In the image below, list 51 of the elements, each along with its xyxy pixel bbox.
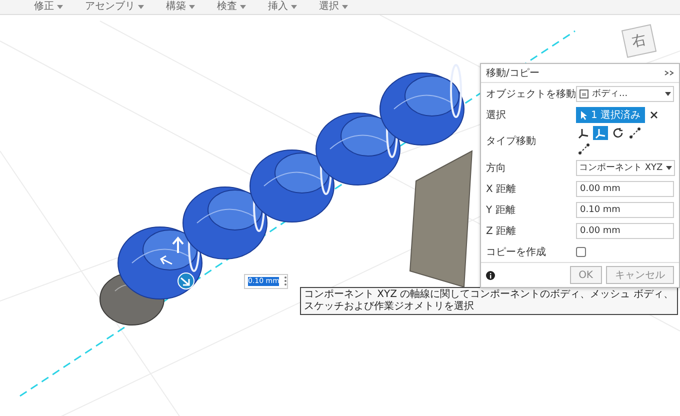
distance-input[interactable]: 0.00 mm (576, 180, 674, 196)
body-icon (579, 88, 589, 98)
close-icon[interactable] (650, 110, 658, 118)
field-label: コピーを作成 (486, 246, 547, 258)
distance-input[interactable]: 0.00 mm (576, 222, 674, 238)
dialog-button[interactable]: キャンセル (606, 266, 674, 284)
field-label: 選択 (486, 108, 507, 122)
menu-item[interactable]: 挿入 (268, 1, 297, 13)
more-icon[interactable] (284, 276, 287, 286)
move-arrow-icon[interactable] (160, 255, 173, 265)
cursor-icon (580, 110, 588, 120)
tooltip: コンポーネント XYZ の軸線に関してコンポーネントのボディ、メッシュ ボディ、スケッチおよび作業ジオメトリを選択 (300, 287, 678, 315)
move-type-option[interactable] (576, 126, 591, 140)
caret-icon (665, 92, 671, 96)
caret-icon (57, 5, 63, 9)
rotate-handle-icon[interactable] (178, 272, 194, 290)
expand-icon[interactable] (664, 70, 674, 76)
field-label: Y 距離 (486, 204, 516, 216)
distance-input[interactable]: 0.10 mm (576, 202, 674, 218)
direction-dropdown[interactable]: コンポーネント XYZ (576, 160, 675, 176)
menu-item[interactable]: 修正 (34, 1, 63, 13)
menu-item[interactable]: 選択 (319, 1, 348, 13)
point-to-point-icon (628, 127, 640, 139)
menu-item[interactable]: 検査 (217, 1, 246, 13)
field-label: タイプ移動 (486, 134, 537, 148)
caret-icon (291, 5, 297, 9)
axes-icon (594, 127, 606, 139)
axes-icon (578, 127, 590, 139)
menu-item[interactable]: アセンブリ (85, 1, 144, 13)
checkbox[interactable] (576, 246, 586, 256)
move-type-option[interactable] (627, 126, 642, 140)
dialog-button[interactable]: OK (570, 266, 602, 284)
view-cube[interactable]: 右 (621, 24, 657, 58)
field-label: オブジェクトを移動 (486, 88, 576, 100)
caret-icon (189, 5, 195, 9)
rotate-icon (612, 127, 624, 139)
caret-icon (138, 5, 144, 9)
point-to-point-icon (578, 143, 590, 155)
caret-icon (342, 5, 348, 9)
info-icon[interactable] (486, 270, 495, 280)
panel-title: 移動/コピー (486, 67, 540, 80)
caret-icon (666, 166, 672, 170)
field-label: 方向 (486, 162, 507, 174)
caret-icon (240, 5, 246, 9)
move-arrow-icon[interactable] (172, 236, 184, 254)
menu-item[interactable]: 構築 (166, 1, 195, 13)
field-label: Z 距離 (486, 224, 518, 238)
field-label: X 距離 (486, 182, 518, 196)
move-type-option[interactable] (576, 142, 591, 156)
object-dropdown[interactable]: ボディ... (576, 86, 674, 102)
selection-button[interactable]: 1 選択済み (576, 106, 645, 122)
